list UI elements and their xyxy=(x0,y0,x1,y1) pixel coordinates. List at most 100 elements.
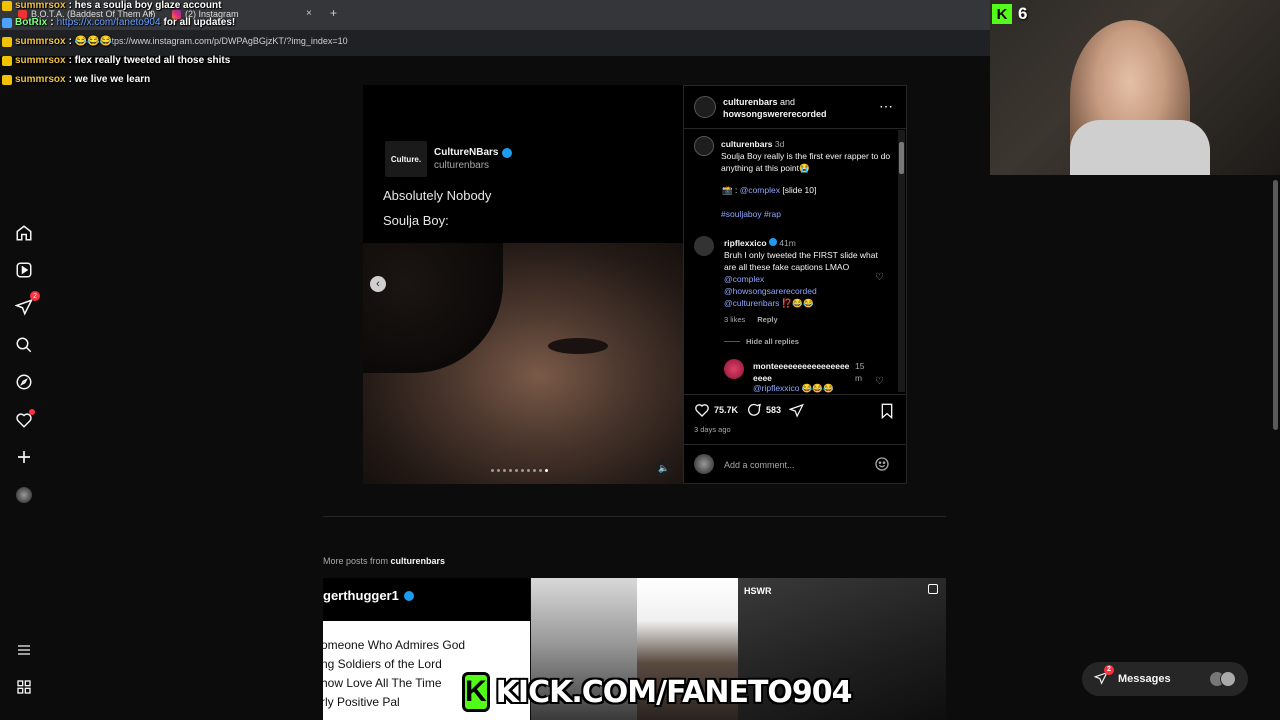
comments-scrollbar[interactable] xyxy=(898,130,905,392)
search-icon[interactable] xyxy=(14,335,34,355)
share-icon[interactable] xyxy=(788,403,804,423)
emoji-icon[interactable] xyxy=(874,456,890,477)
reels-icon[interactable] xyxy=(14,260,34,280)
reply-time: 15 m xyxy=(855,361,865,383)
chat-user: summrsox xyxy=(15,55,66,66)
posted-time: 3 days ago xyxy=(694,425,731,434)
like-action[interactable]: 75.7K xyxy=(694,402,738,418)
chat-text: : flex really tweeted all those shits xyxy=(68,55,231,66)
chat-message: summrsox : hes a soulja boy glaze accoun… xyxy=(2,0,221,11)
messages-button[interactable]: 2 Messages xyxy=(1082,662,1248,696)
mention-link[interactable]: @culturenbars xyxy=(724,298,779,308)
scrollbar-thumb[interactable] xyxy=(899,142,904,174)
messages-label: Messages xyxy=(1118,673,1171,685)
comment-count: 583 xyxy=(766,405,782,415)
page-scrollbar[interactable] xyxy=(1271,175,1280,720)
explore-icon[interactable] xyxy=(14,372,34,392)
create-icon[interactable] xyxy=(14,447,34,467)
kick-banner-text: KICK.COM/FANETO904 xyxy=(495,674,853,710)
comment: ripflexxico 41m Bruh I only tweeted the … xyxy=(724,237,884,309)
caption-user[interactable]: culturenbars xyxy=(721,139,773,149)
comment-meta: 3 likes Reply xyxy=(724,315,778,324)
author-link[interactable]: culturenbars xyxy=(723,97,778,107)
webcam-overlay xyxy=(990,0,1280,175)
post-authors: culturenbars and howsongswererecorded xyxy=(723,96,863,120)
kick-banner: K KICK.COM/FANETO904 xyxy=(462,668,853,716)
and-text: and xyxy=(780,97,796,107)
comment-likes[interactable]: 3 likes xyxy=(724,315,745,324)
notification-dot xyxy=(29,409,35,415)
chat-message: summrsox : flex really tweeted all those… xyxy=(2,55,230,66)
tweet-line: Soulja Boy: xyxy=(383,213,449,228)
commenter-avatar[interactable] xyxy=(694,236,714,256)
chat-message: BotRix : https://x.com/faneto904 for all… xyxy=(2,17,235,28)
messages-icon: 2 xyxy=(1093,664,1114,688)
more-apps-icon[interactable] xyxy=(14,677,34,697)
thumb-line: omeone Who Admires God xyxy=(323,638,466,652)
reply-text: @ripflexxico 😂😂😂 xyxy=(753,383,834,394)
mention-link[interactable]: @complex xyxy=(740,185,780,195)
more-options-icon[interactable]: ⋯ xyxy=(879,98,894,115)
heart-icon[interactable] xyxy=(14,409,35,430)
menu-icon[interactable] xyxy=(14,640,34,660)
chat-user: summrsox xyxy=(15,36,66,47)
caption-avatar[interactable] xyxy=(694,136,714,156)
sub-badge-icon xyxy=(2,0,12,11)
caption-credit: 📸 : @complex [slide 10] xyxy=(722,185,816,196)
hashtags[interactable]: #souljaboy #rap xyxy=(721,209,781,219)
comment-time: 41m xyxy=(779,238,796,248)
mention-link[interactable]: @howsongsarerecorded xyxy=(724,286,817,296)
save-icon[interactable] xyxy=(880,403,894,424)
carousel-icon xyxy=(928,584,938,594)
reply-avatar[interactable] xyxy=(724,359,744,379)
author-avatar[interactable] xyxy=(694,96,716,118)
reply-emoji: 😂😂😂 xyxy=(801,383,834,393)
tweet-display-name: CultureNBars xyxy=(434,147,499,158)
soulja-photo xyxy=(363,243,683,484)
url-text[interactable]: https://www.instagram.com/p/DWPAgBGjzKT/… xyxy=(104,36,348,46)
kick-viewer-count: K 6 xyxy=(992,4,1027,24)
thumb-line: ng Soldiers of the Lord xyxy=(323,657,442,671)
comment-user[interactable]: ripflexxico xyxy=(724,238,767,248)
home-icon[interactable] xyxy=(14,223,34,243)
verified-icon xyxy=(502,147,513,158)
like-comment-icon[interactable]: ♡ xyxy=(875,376,884,387)
thumb-username: gerthugger1 xyxy=(323,588,414,603)
messages-badge: 2 xyxy=(1104,664,1114,675)
chat-message: summrsox : 😂😂😂 xyxy=(2,36,112,47)
chat-user: summrsox xyxy=(15,74,66,85)
messages-avatars xyxy=(1209,671,1236,687)
like-count: 75.7K xyxy=(714,405,739,415)
hide-replies-button[interactable]: Hide all replies xyxy=(724,337,799,346)
close-tab-icon[interactable]: × xyxy=(306,8,312,19)
mention-link[interactable]: @complex xyxy=(724,274,764,284)
thumb-tag: HSWR xyxy=(744,586,772,596)
post-media[interactable]: Culture. CultureNBars culturenbars Absol… xyxy=(363,85,683,484)
tweet-line: Absolutely Nobody xyxy=(383,188,492,203)
volume-icon[interactable]: 🔈 xyxy=(655,459,673,477)
thumb-name: gerthugger1 xyxy=(323,588,399,603)
tweet-name: CultureNBars xyxy=(434,147,513,158)
bot-badge-icon xyxy=(2,17,12,28)
new-tab-button[interactable]: + xyxy=(330,6,337,20)
prev-slide-button[interactable]: ‹ xyxy=(370,276,386,292)
sub-badge-icon xyxy=(2,74,12,85)
comment-input[interactable]: Add a comment... xyxy=(724,460,795,470)
thumb-line: rly Positive Pal xyxy=(323,695,400,709)
page-scrollbar-thumb[interactable] xyxy=(1273,180,1278,430)
divider xyxy=(684,394,906,395)
reply-button[interactable]: Reply xyxy=(757,315,777,324)
author-link[interactable]: howsongswererecorded xyxy=(723,109,827,119)
more-posts-user[interactable]: culturenbars xyxy=(391,556,446,566)
streamer-shirt xyxy=(1070,120,1210,175)
reply-user[interactable]: monteeeeeeeeeeeeeeeeeeee xyxy=(753,360,853,384)
like-comment-icon[interactable]: ♡ xyxy=(875,272,884,283)
verified-icon xyxy=(403,590,414,601)
comment-action[interactable]: 583 xyxy=(746,402,781,418)
direct-messages-icon[interactable]: 2 xyxy=(14,291,40,317)
mention-link[interactable]: @ripflexxico xyxy=(753,383,799,393)
profile-avatar[interactable] xyxy=(14,485,34,505)
heart-icon xyxy=(695,404,709,417)
chat-text: : 😂😂😂 xyxy=(68,36,113,47)
credit-prefix: 📸 : xyxy=(722,185,738,195)
